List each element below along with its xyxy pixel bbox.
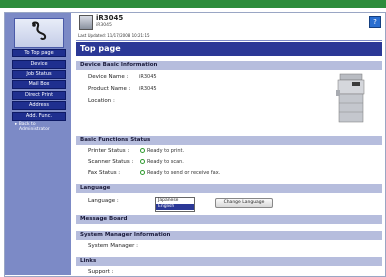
- sidebar-item-direct-print[interactable]: Direct Print: [12, 91, 66, 100]
- fax-status-label: Fax Status :: [88, 170, 121, 176]
- sidebar-item-top-page[interactable]: To Top page: [12, 49, 66, 57]
- help-icon[interactable]: ?: [369, 16, 381, 28]
- printer-logo-icon: [32, 21, 47, 41]
- section-system-manager: System Manager Information: [76, 231, 382, 240]
- device-icon: [79, 15, 93, 30]
- sidebar-item-mail-box[interactable]: Mail Box: [12, 80, 66, 89]
- scanner-status-label: Scanner Status :: [88, 159, 134, 165]
- device-name-label: Device Name :: [88, 74, 129, 80]
- sidebar-link-line2: Administrator: [19, 127, 50, 132]
- sidebar-item-job-status[interactable]: Job Status: [12, 70, 66, 79]
- fax-status-value: Ready to send or receive fax.: [147, 170, 221, 176]
- status-ok-icon: [140, 148, 145, 153]
- support-label: Support :: [88, 269, 114, 275]
- device-model-sub: iR3045: [96, 23, 112, 28]
- product-name-label: Product Name :: [88, 86, 131, 92]
- printer-status-label: Printer Status :: [88, 148, 130, 154]
- last-updated: Last Updated: 11/17/2008 10:21:15: [78, 33, 150, 38]
- sidebar-item-device[interactable]: Device: [12, 60, 66, 69]
- top-stripe: [0, 0, 386, 8]
- language-label: Language :: [88, 198, 119, 204]
- printer-status-value: Ready to print.: [147, 148, 185, 154]
- scanner-status-value: Ready to scan.: [147, 159, 184, 165]
- page-title: Top page: [76, 42, 382, 56]
- device-model: iR3045: [96, 14, 124, 22]
- status-ok-icon: [140, 170, 145, 175]
- section-message-board: Message Board: [76, 215, 382, 224]
- sidebar-link-administrator[interactable]: ▸ Back to Administrator: [15, 122, 50, 132]
- header-divider: [76, 40, 382, 41]
- copier-image: [336, 73, 365, 123]
- status-ok-icon: [140, 159, 145, 164]
- to-top-page-logo[interactable]: [14, 18, 64, 48]
- section-language: Language: [76, 184, 382, 193]
- language-select[interactable]: Japanese English: [155, 197, 195, 212]
- language-option-selected[interactable]: English: [156, 204, 194, 210]
- section-device-info: Device Basic Information: [76, 61, 382, 70]
- section-links: Links: [76, 257, 382, 266]
- location-label: Location :: [88, 98, 115, 104]
- section-functions-status: Basic Functions Status: [76, 136, 382, 145]
- device-name-value: iR3045: [139, 74, 157, 80]
- sidebar-item-address[interactable]: Address: [12, 101, 66, 110]
- system-manager-label: System Manager :: [88, 243, 138, 249]
- product-name-value: iR3045: [139, 86, 157, 92]
- change-language-button[interactable]: Change Language: [215, 198, 273, 208]
- sidebar-item-add-func[interactable]: Add. Func.: [12, 112, 66, 121]
